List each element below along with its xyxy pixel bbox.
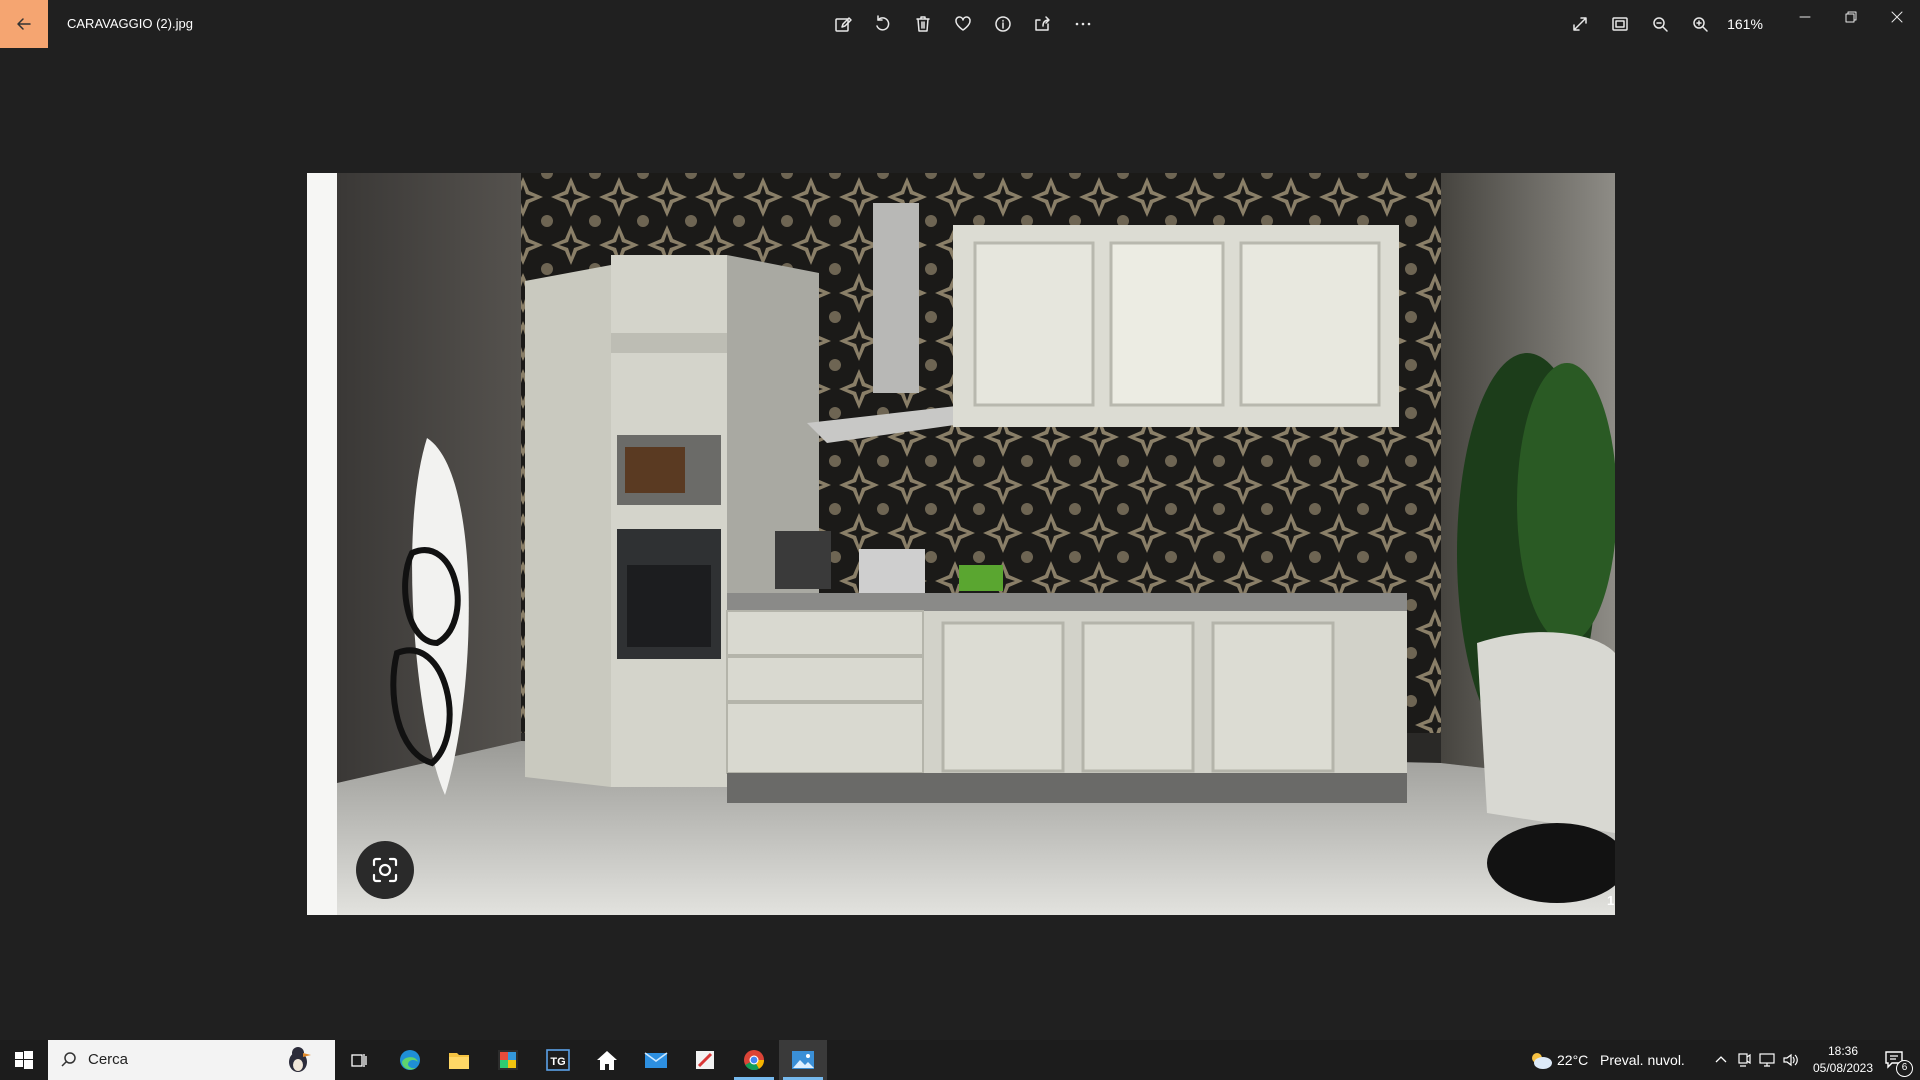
meet-now-icon[interactable] bbox=[1736, 1052, 1752, 1068]
arrow-left-icon bbox=[17, 18, 31, 30]
weather-temperature[interactable]: 22°C bbox=[1557, 1040, 1588, 1080]
mail-button[interactable] bbox=[632, 1040, 680, 1080]
snipping-icon bbox=[696, 1051, 714, 1069]
zoom-out-icon bbox=[1653, 17, 1668, 32]
taskbar: Cerca TG 22°C Preval. nuvol. 18:36 05/08… bbox=[0, 1040, 1920, 1080]
fit-window-button[interactable] bbox=[1600, 0, 1640, 48]
heart-icon bbox=[955, 16, 971, 31]
fullscreen-button[interactable] bbox=[1560, 0, 1600, 48]
edit-button[interactable] bbox=[823, 0, 863, 48]
title-bar: CARAVAGGIO (2).jpg 161% bbox=[0, 0, 1920, 48]
rotate-icon bbox=[876, 15, 890, 31]
window-controls bbox=[1782, 0, 1920, 34]
mail-icon bbox=[644, 1052, 668, 1068]
info-icon bbox=[995, 16, 1011, 32]
photo-editor-button[interactable] bbox=[484, 1040, 532, 1080]
trash-icon bbox=[916, 16, 930, 32]
search-icon bbox=[61, 1052, 76, 1067]
home-button[interactable] bbox=[583, 1040, 631, 1080]
svg-text:TG: TG bbox=[550, 1056, 565, 1068]
rotate-button[interactable] bbox=[863, 0, 903, 48]
taskbar-clock[interactable]: 18:36 05/08/2023 bbox=[1803, 1043, 1883, 1077]
kitchen-photo[interactable] bbox=[307, 173, 1615, 915]
taskbar-search-box[interactable]: Cerca bbox=[48, 1040, 335, 1080]
fullscreen-icon bbox=[1573, 17, 1587, 31]
photos-icon bbox=[792, 1051, 814, 1069]
snipping-tool-button[interactable] bbox=[681, 1040, 729, 1080]
chrome-button[interactable] bbox=[730, 1040, 778, 1080]
delete-button[interactable] bbox=[903, 0, 943, 48]
zoom-in-button[interactable] bbox=[1680, 0, 1720, 48]
share-button[interactable] bbox=[1023, 0, 1063, 48]
share-icon bbox=[1035, 16, 1050, 31]
clock-date: 05/08/2023 bbox=[1812, 1061, 1874, 1075]
lens-scan-icon bbox=[372, 857, 398, 883]
search-highlight-icon bbox=[289, 1047, 311, 1072]
minimize-icon bbox=[1799, 16, 1811, 18]
more-button[interactable] bbox=[1063, 0, 1103, 48]
task-view-icon bbox=[351, 1054, 367, 1067]
tg-app-button[interactable]: TG bbox=[534, 1040, 582, 1080]
view-controls: 161% bbox=[1560, 0, 1770, 48]
start-button[interactable] bbox=[0, 1040, 48, 1080]
close-icon bbox=[1891, 11, 1903, 23]
home-icon bbox=[597, 1051, 617, 1070]
notification-count-badge: 6 bbox=[1896, 1060, 1913, 1077]
search-placeholder: Cerca bbox=[88, 1051, 129, 1068]
file-title: CARAVAGGIO (2).jpg bbox=[67, 16, 193, 31]
volume-icon[interactable] bbox=[1782, 1052, 1800, 1068]
edge-icon bbox=[400, 1050, 420, 1070]
weather-description[interactable]: Preval. nuvol. bbox=[1600, 1040, 1685, 1080]
visual-search-button[interactable] bbox=[356, 841, 414, 899]
network-icon[interactable] bbox=[1759, 1052, 1777, 1068]
cloudy-weather-icon bbox=[1532, 1053, 1552, 1069]
image-page-number: 1 bbox=[1607, 893, 1615, 908]
image-toolbar bbox=[823, 0, 1103, 48]
edit-image-icon bbox=[835, 17, 852, 32]
zoom-out-button[interactable] bbox=[1640, 0, 1680, 48]
file-explorer-button[interactable] bbox=[435, 1040, 483, 1080]
edge-button[interactable] bbox=[386, 1040, 434, 1080]
minimize-button[interactable] bbox=[1782, 0, 1828, 34]
kitchen-render-image bbox=[307, 173, 1615, 915]
chrome-icon bbox=[744, 1050, 765, 1071]
chevron-up-icon[interactable] bbox=[1714, 1052, 1728, 1066]
photos-button[interactable] bbox=[779, 1040, 827, 1080]
zoom-level[interactable]: 161% bbox=[1720, 16, 1770, 32]
close-button[interactable] bbox=[1874, 0, 1920, 34]
task-view-button[interactable] bbox=[335, 1040, 383, 1080]
restore-icon bbox=[1845, 11, 1857, 23]
restore-button[interactable] bbox=[1828, 0, 1874, 34]
zoom-in-icon bbox=[1693, 17, 1708, 32]
photo-editor-icon bbox=[498, 1050, 518, 1070]
favorite-button[interactable] bbox=[943, 0, 983, 48]
back-button[interactable] bbox=[0, 0, 48, 48]
clock-time: 18:36 bbox=[1827, 1044, 1859, 1058]
fit-window-icon bbox=[1612, 17, 1628, 31]
tg-icon: TG bbox=[546, 1049, 570, 1071]
folder-icon bbox=[449, 1053, 469, 1069]
windows-logo-icon bbox=[15, 1051, 33, 1069]
more-icon bbox=[1075, 22, 1091, 26]
info-button[interactable] bbox=[983, 0, 1023, 48]
